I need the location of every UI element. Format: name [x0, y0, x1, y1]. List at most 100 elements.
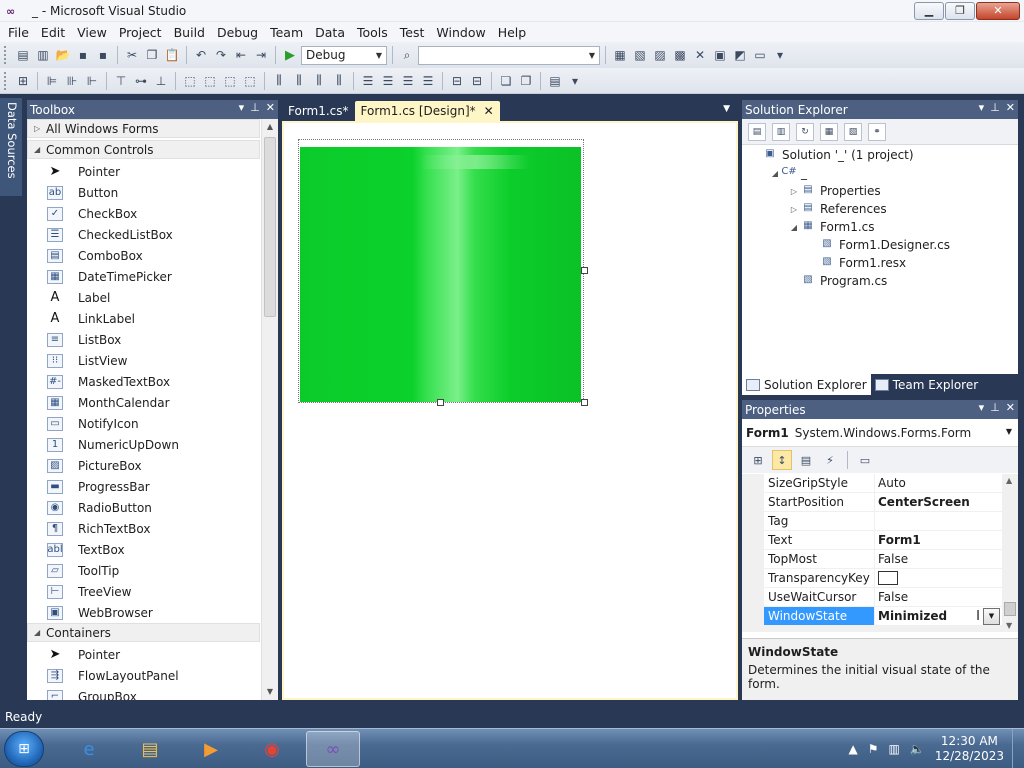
toolbox-item[interactable]: ▱ ToolTip	[27, 560, 260, 581]
make-same-size-icon[interactable]: ⬚	[241, 72, 259, 90]
categorized-icon[interactable]: ⊞	[748, 450, 768, 470]
menu-help[interactable]: Help	[492, 25, 533, 40]
menu-build[interactable]: Build	[168, 25, 211, 40]
start-debugging-icon[interactable]: ▶	[281, 46, 299, 64]
menu-file[interactable]: File	[2, 25, 35, 40]
toolbox-item[interactable]: ➤ Pointer	[27, 161, 260, 182]
property-row[interactable]: TransparencyKey	[764, 569, 1002, 588]
cut-icon[interactable]: ✂	[123, 46, 141, 64]
property-value[interactable]: False	[875, 550, 1002, 568]
dropdown-button[interactable]: ▼	[983, 608, 1000, 625]
tree-node[interactable]: ▣ Solution '_' (1 project)	[742, 146, 1018, 164]
menu-edit[interactable]: Edit	[35, 25, 71, 40]
save-icon[interactable]: ▪	[74, 46, 92, 64]
send-to-back-icon[interactable]: ❐	[517, 72, 535, 90]
property-row[interactable]: Text Form1	[764, 531, 1002, 550]
menu-window[interactable]: Window	[430, 25, 491, 40]
size-to-grid-icon[interactable]: ⬚	[201, 72, 219, 90]
tree-node[interactable]: ◢ ▦ Form1.cs	[742, 218, 1018, 236]
tree-node[interactable]: ▧ Form1.Designer.cs	[742, 236, 1018, 254]
toolbox-item[interactable]: ◉ RadioButton	[27, 497, 260, 518]
data-sources-tab[interactable]: Data Sources	[0, 98, 22, 196]
align-centers-icon[interactable]: ⊪	[63, 72, 81, 90]
resize-handle-corner[interactable]	[581, 399, 588, 406]
pin-icon[interactable]: ⊥	[990, 401, 1000, 414]
property-row[interactable]: TopMost False	[764, 550, 1002, 569]
volume-icon[interactable]: 🔈	[910, 742, 925, 756]
toolbar-grip[interactable]	[4, 71, 8, 90]
navigate-backward-icon[interactable]: ⇤	[232, 46, 250, 64]
toolbox-item[interactable]: ▭ NotifyIcon	[27, 413, 260, 434]
toolbox-item[interactable]: ⇶ FlowLayoutPanel	[27, 665, 260, 686]
expand-icon[interactable]: ▷	[788, 187, 800, 196]
redo-icon[interactable]: ↷	[212, 46, 230, 64]
pin-icon[interactable]: ⊥	[250, 101, 260, 114]
minimize-button[interactable]: ▁	[914, 2, 944, 20]
toolbar-options-icon[interactable]: ▾	[771, 46, 789, 64]
window-position-icon[interactable]: ▾	[239, 101, 245, 114]
vertical-spacing-equal-icon[interactable]: ☰	[359, 72, 377, 90]
start-page-icon[interactable]: ▣	[711, 46, 729, 64]
view-designer-icon[interactable]: ▧	[844, 122, 862, 141]
close-button[interactable]: ✕	[976, 2, 1020, 20]
menu-debug[interactable]: Debug	[211, 25, 264, 40]
taskbar-app[interactable]: ▤	[123, 731, 177, 767]
configuration-dropdown[interactable]: Debug ▼	[301, 45, 387, 65]
toolbox-item[interactable]: ▨ PictureBox	[27, 455, 260, 476]
save-all-icon[interactable]: ▪	[94, 46, 112, 64]
toolbox-item[interactable]: abl TextBox	[27, 539, 260, 560]
center-horizontally-icon[interactable]: ⊟	[448, 72, 466, 90]
object-selector[interactable]: Form1 System.Windows.Forms.Form ▼	[742, 419, 1018, 447]
find-dropdown[interactable]: ▼	[418, 45, 600, 65]
window-position-icon[interactable]: ▾	[979, 401, 985, 414]
increase-horizontal-spacing-icon[interactable]: ⫼	[290, 72, 308, 90]
property-value[interactable]: False	[875, 588, 1002, 606]
paste-icon[interactable]: 📋	[163, 46, 181, 64]
properties-icon[interactable]: ▤	[748, 122, 766, 141]
align-bottoms-icon[interactable]: ⊥	[152, 72, 170, 90]
find-in-files-icon[interactable]: ⌕	[398, 46, 416, 64]
solution-explorer-icon[interactable]: ▦	[611, 46, 629, 64]
navigate-forward-icon[interactable]: ⇥	[252, 46, 270, 64]
tab-solution-explorer[interactable]: Solution Explorer	[742, 374, 871, 395]
menu-data[interactable]: Data	[309, 25, 351, 40]
toolbox-scrollbar[interactable]: ▲ ▼	[261, 119, 278, 700]
toolbox-item[interactable]: ▦ DateTimePicker	[27, 266, 260, 287]
toolbox-item[interactable]: ⊢ TreeView	[27, 581, 260, 602]
decrease-vertical-spacing-icon[interactable]: ☰	[399, 72, 417, 90]
collapse-icon[interactable]: ◢	[788, 223, 800, 232]
increase-vertical-spacing-icon[interactable]: ☰	[379, 72, 397, 90]
tab-form1-design[interactable]: Form1.cs [Design]* ✕	[354, 101, 500, 121]
menu-project[interactable]: Project	[113, 25, 168, 40]
toolbox-item[interactable]: #- MaskedTextBox	[27, 371, 260, 392]
open-file-icon[interactable]: 📂	[54, 46, 72, 64]
toolbox-item[interactable]: ⁝⁝ ListView	[27, 350, 260, 371]
align-middles-icon[interactable]: ⊶	[132, 72, 150, 90]
property-grid-scrollbar[interactable]: ▲ ▼	[1002, 474, 1018, 632]
view-code-icon[interactable]: ▦	[820, 122, 838, 141]
maximize-button[interactable]: ❐	[945, 2, 975, 20]
property-value[interactable]: Auto	[875, 474, 1002, 492]
scroll-down-icon[interactable]: ▼	[262, 684, 278, 700]
toolbar-grip[interactable]	[4, 46, 8, 64]
property-row[interactable]: SizeGripStyle Auto	[764, 474, 1002, 493]
scroll-thumb[interactable]	[264, 137, 276, 317]
decrease-horizontal-spacing-icon[interactable]: ⫼	[310, 72, 328, 90]
close-icon[interactable]: ✕	[1006, 401, 1015, 414]
taskbar-app[interactable]: ▶	[184, 731, 238, 767]
tree-node[interactable]: ▷ ▤ Properties	[742, 182, 1018, 200]
view-class-diagram-icon[interactable]: ⚭	[868, 122, 886, 141]
toolbox-item[interactable]: ▬ ProgressBar	[27, 476, 260, 497]
taskbar-app[interactable]: e	[62, 731, 116, 767]
property-value[interactable]: CenterScreen	[875, 493, 1002, 511]
toolbox-item[interactable]: 1 NumericUpDown	[27, 434, 260, 455]
properties-window-icon[interactable]: ▧	[631, 46, 649, 64]
toolbox-item[interactable]: ⌐ GroupBox	[27, 686, 260, 700]
toolbox-item[interactable]: ☰ CheckedListBox	[27, 224, 260, 245]
property-row[interactable]: WindowState Minimized I ▼	[764, 607, 1002, 626]
menu-test[interactable]: Test	[394, 25, 431, 40]
properties-view-icon[interactable]: ▤	[796, 450, 816, 470]
toolbox-item[interactable]: ≡ ListBox	[27, 329, 260, 350]
alphabetical-icon[interactable]: ↕	[772, 450, 792, 470]
form-designer[interactable]	[282, 121, 738, 700]
